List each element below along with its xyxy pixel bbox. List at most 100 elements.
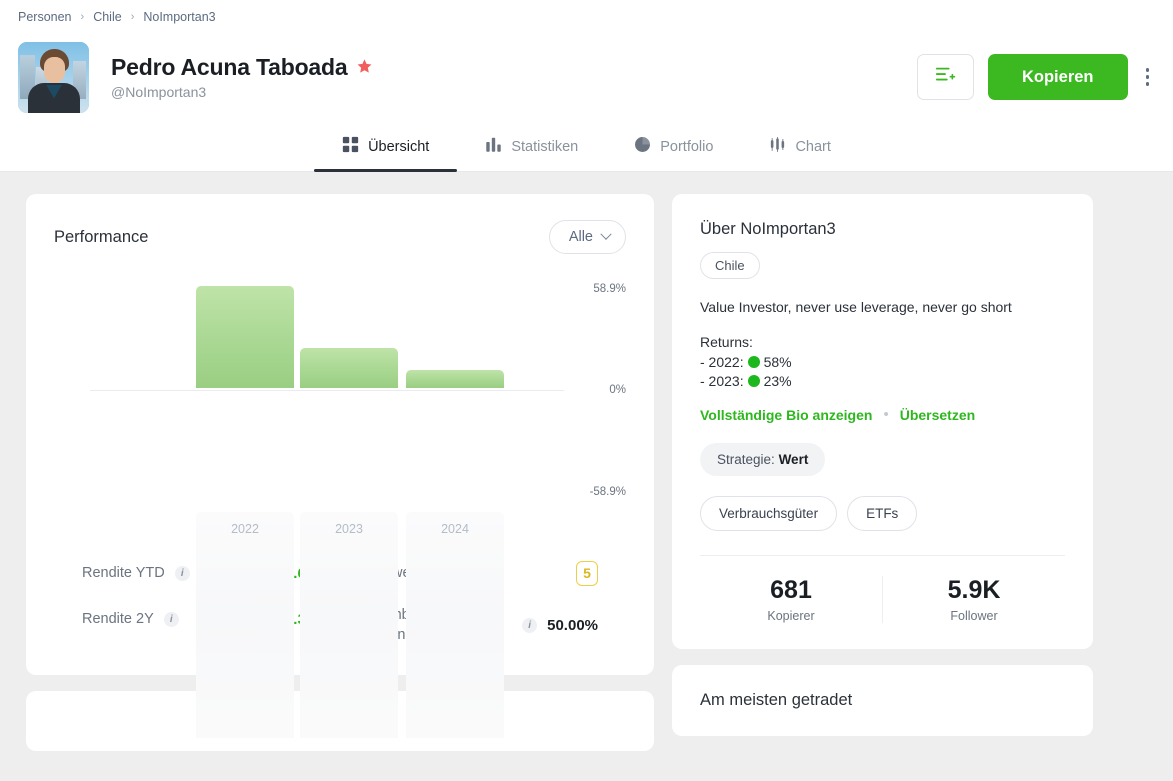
period-selector[interactable]: Alle: [549, 220, 626, 254]
tag-verbrauchsgueter[interactable]: Verbrauchsgüter: [700, 496, 837, 531]
kebab-dot: [1146, 68, 1150, 72]
category-tag-row: Verbrauchsgüter ETFs: [700, 496, 1065, 531]
returns-label: Returns:: [700, 333, 1065, 352]
candlestick-icon: [769, 136, 786, 157]
stat-follower[interactable]: 5.9K Follower: [882, 576, 1065, 623]
chart-bar[interactable]: [406, 370, 504, 388]
returns-row-2023: - 2023: 23%: [700, 372, 1065, 391]
kebab-dot: [1146, 75, 1150, 79]
chart-y-tick-bottom: -58.9%: [568, 486, 626, 498]
tab-label: Übersicht: [368, 139, 429, 155]
tab-label: Statistiken: [511, 139, 578, 155]
stat-kopierer[interactable]: 681 Kopierer: [700, 576, 882, 623]
kebab-menu-icon[interactable]: [1142, 62, 1154, 92]
strategy-value: Wert: [779, 452, 809, 467]
show-full-bio-link[interactable]: Vollständige Bio anzeigen: [700, 407, 872, 423]
returns-value: 58%: [764, 354, 792, 370]
most-traded-card: Am meisten getradet: [672, 665, 1093, 736]
tab-statistiken[interactable]: Statistiken: [457, 120, 606, 171]
bio-links: Vollständige Bio anzeigen • Übersetzen: [700, 406, 1065, 423]
performance-title: Performance: [54, 228, 148, 247]
country-pill[interactable]: Chile: [700, 252, 760, 279]
chart-bar[interactable]: [196, 286, 294, 388]
stats-divider: 681 Kopierer 5.9K Follower: [700, 555, 1065, 623]
add-to-list-icon: [934, 65, 956, 90]
profile-identity: Pedro Acuna Taboada @NoImportan3: [111, 54, 373, 100]
info-icon[interactable]: i: [175, 566, 190, 581]
performance-chart: 2022 2023 2024 58.9% 0% -58.9%: [54, 268, 626, 536]
profile-handle: @NoImportan3: [111, 84, 373, 100]
copy-button[interactable]: Kopieren: [988, 54, 1128, 100]
tag-etfs[interactable]: ETFs: [847, 496, 917, 531]
stat-value: 681: [700, 576, 882, 605]
chart-x-tick-label: 2023: [300, 522, 398, 536]
metric-value: 50.00%: [547, 617, 598, 634]
period-selector-value: Alle: [569, 229, 593, 245]
grid-icon: [342, 136, 359, 157]
translate-link[interactable]: Übersetzen: [900, 407, 975, 423]
chart-x-tick-label: 2022: [196, 522, 294, 536]
breadcrumb-separator-icon: ›: [131, 11, 135, 23]
chart-bars: 2022 2023 2024: [54, 268, 626, 536]
returns-prefix: - 2022:: [700, 354, 744, 370]
green-circle-icon: [748, 375, 760, 387]
add-to-list-button[interactable]: [917, 54, 974, 100]
chart-bar[interactable]: [300, 348, 398, 388]
status-badge: 5: [576, 561, 598, 586]
profile-tabs: Übersicht Statistiken Portfolio: [0, 120, 1173, 172]
profile-header-row: Pedro Acuna Taboada @NoImportan3: [0, 24, 1173, 120]
returns-value: 23%: [764, 373, 792, 389]
breadcrumb: Personen › Chile › NoImportan3: [0, 0, 1173, 24]
about-card: Über NoImportan3 Chile Value Investor, n…: [672, 194, 1093, 649]
breadcrumb-item-chile[interactable]: Chile: [93, 10, 122, 24]
returns-row-2022: - 2022: 58%: [700, 353, 1065, 372]
chart-y-tick-top: 58.9%: [568, 283, 626, 295]
metric-label: Rendite YTD: [82, 565, 165, 581]
link-separator-icon: •: [883, 406, 888, 423]
page-title: Pedro Acuna Taboada: [111, 54, 347, 81]
tab-label: Portfolio: [660, 139, 713, 155]
tab-uebersicht[interactable]: Übersicht: [314, 120, 457, 171]
chart-bar-track: [406, 512, 504, 738]
tab-label: Chart: [795, 139, 830, 155]
returns-prefix: - 2023:: [700, 373, 744, 389]
strategy-tag[interactable]: Strategie: Wert: [700, 443, 825, 476]
info-icon[interactable]: i: [164, 612, 179, 627]
page-header: Personen › Chile › NoImportan3 Pedro Acu…: [0, 0, 1173, 172]
star-icon: [356, 58, 373, 78]
strategy-prefix: Strategie:: [717, 452, 775, 467]
info-icon[interactable]: i: [522, 618, 537, 633]
pie-chart-icon: [634, 136, 651, 157]
chevron-down-icon: [600, 229, 611, 240]
stat-value: 5.9K: [883, 576, 1065, 605]
breadcrumb-item-personen[interactable]: Personen: [18, 10, 72, 24]
breadcrumb-separator-icon: ›: [81, 11, 85, 23]
avatar-person-face: [44, 57, 65, 83]
strategy-tag-row: Strategie: Wert: [700, 443, 1065, 476]
stat-label: Kopierer: [700, 609, 882, 623]
performance-card-header: Performance Alle: [54, 220, 626, 254]
green-circle-icon: [748, 356, 760, 368]
tab-portfolio[interactable]: Portfolio: [606, 120, 741, 171]
header-actions: Kopieren: [917, 54, 1155, 100]
chart-bar-track: [196, 512, 294, 738]
chart-bar-track: [300, 512, 398, 738]
most-traded-title: Am meisten getradet: [700, 691, 1065, 710]
bar-chart-icon: [485, 136, 502, 157]
performance-card: Performance Alle 2022 2023 2024 58.9% 0% -…: [26, 194, 654, 675]
avatar[interactable]: [18, 42, 89, 113]
stat-label: Follower: [883, 609, 1065, 623]
kebab-dot: [1146, 82, 1150, 86]
bio-text: Value Investor, never use leverage, neve…: [700, 297, 1065, 317]
main-content: Performance Alle 2022 2023 2024 58.9% 0% -…: [0, 172, 1173, 758]
bio-returns-block: Returns: - 2022: 58% - 2023: 23%: [700, 333, 1065, 391]
metric-label: Rendite 2Y: [82, 611, 154, 627]
stats-row: 681 Kopierer 5.9K Follower: [700, 556, 1065, 623]
right-column: Über NoImportan3 Chile Value Investor, n…: [672, 194, 1093, 758]
tab-chart[interactable]: Chart: [741, 120, 858, 171]
breadcrumb-item-noimportan3[interactable]: NoImportan3: [143, 10, 215, 24]
left-column: Performance Alle 2022 2023 2024 58.9% 0% -…: [26, 194, 654, 758]
about-title: Über NoImportan3: [700, 220, 1065, 239]
chart-y-tick-zero: 0%: [568, 384, 626, 396]
chart-x-tick-label: 2024: [406, 522, 504, 536]
